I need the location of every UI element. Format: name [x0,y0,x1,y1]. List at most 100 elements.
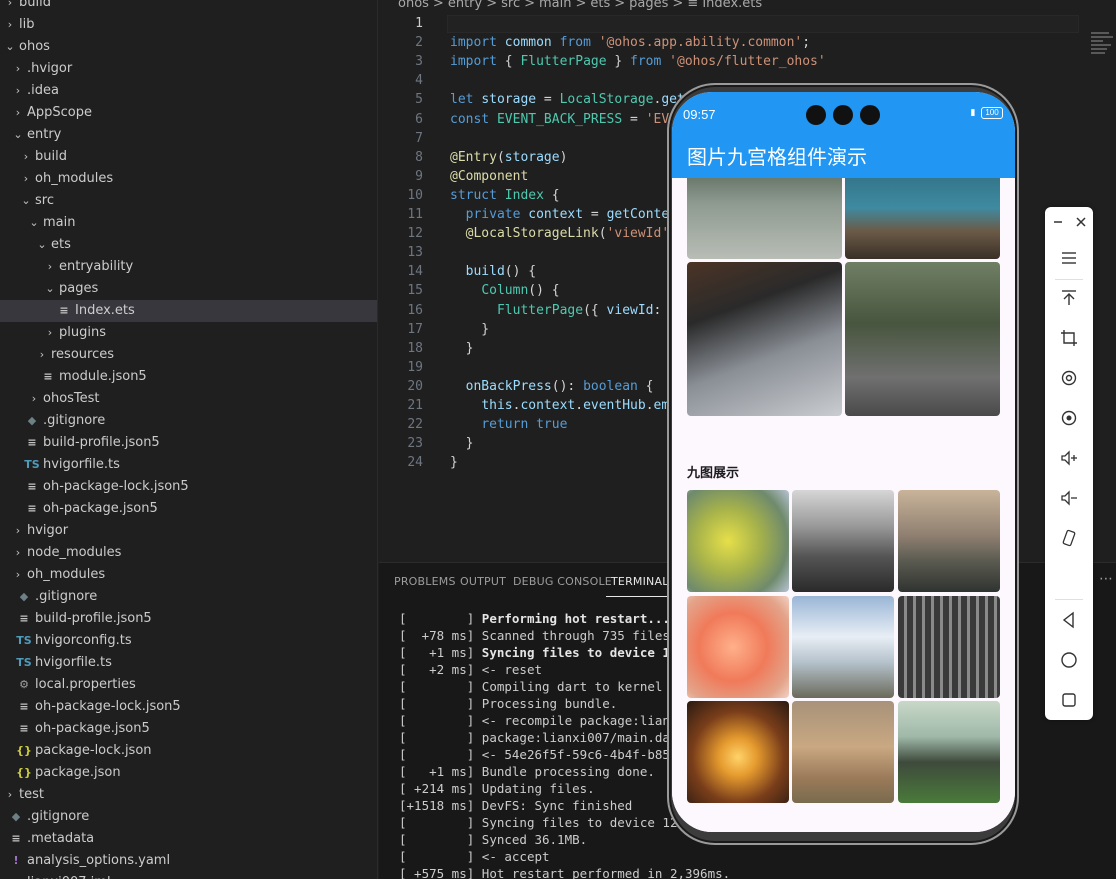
record-icon[interactable] [1045,403,1093,433]
explorer-item[interactable]: › build [0,0,377,14]
explorer-item[interactable]: › test [0,784,377,806]
close-icon[interactable] [1057,207,1105,237]
breadcrumb-item[interactable]: ohos [398,0,429,11]
shake-icon[interactable] [1045,523,1093,553]
chevron-right-icon: › [23,172,29,185]
explorer-item[interactable]: ≡ .metadata [0,828,377,850]
explorer-item[interactable]: ≡ oh-package.json5 [0,718,377,740]
breadcrumb-item[interactable]: pages [629,0,668,11]
code-text: import common from '@ohos.app.ability.co… [450,35,811,51]
explorer-item[interactable]: ⌄ pages [0,278,377,300]
terminal-timing: [ +1 ms] [399,645,475,660]
misty-forest-photo[interactable] [687,166,842,259]
yellow-leaf-photo[interactable] [687,490,789,592]
breadcrumb-item[interactable]: src [501,0,520,11]
explorer-item[interactable]: › oh_modules [0,168,377,190]
explorer-item[interactable]: › hvigor [0,520,377,542]
explorer-item[interactable]: ⌄ ets [0,234,377,256]
chevron-right-icon: › [15,62,21,75]
breadcrumb-separator: > [524,0,535,11]
active-tab-indicator [606,596,668,597]
breadcrumb-item[interactable]: ≡ Index.ets [687,0,762,11]
explorer-item[interactable]: ≡ build-profile.json5 [0,432,377,454]
explorer-item[interactable]: › build [0,146,377,168]
explorer-item[interactable]: {} package.json [0,762,377,784]
explorer-item[interactable]: › node_modules [0,542,377,564]
explorer-item[interactable]: › AppScope [0,102,377,124]
explorer-item-label: .idea [27,83,59,98]
breadcrumb-separator: > [575,0,587,11]
explorer-item[interactable]: ! analysis_options.yaml [0,850,377,872]
explorer-item[interactable]: ≡ oh-package-lock.json5 [0,476,377,498]
snowy-mountain-photo[interactable] [792,596,894,698]
laptop-phone-photo[interactable] [687,262,842,416]
explorer-item[interactable]: TS hvigorfile.ts [0,652,377,674]
explorer-item[interactable]: ≡ Index.ets [0,300,377,322]
explorer-item[interactable]: ≡ module.json5 [0,366,377,388]
breadcrumb-item[interactable]: ets [590,0,610,11]
line-number: 17 [407,321,423,337]
back-icon[interactable] [1045,605,1093,635]
explorer-item[interactable]: › oh_modules [0,564,377,586]
orange-flower-photo[interactable] [687,596,789,698]
crop-screenshot-icon[interactable] [1045,323,1093,353]
explorer-item[interactable]: ≡ oh-package-lock.json5 [0,696,377,718]
more-actions-icon[interactable]: ⋯ [1099,571,1113,587]
terminal-line: [ +2 ms] <- reset [399,661,542,678]
menu-icon[interactable] [1045,243,1093,273]
rocky-lake-photo[interactable] [845,166,1000,259]
explorer-item[interactable]: ◆ .gitignore [0,586,377,608]
tab-debug-console[interactable]: DEBUG CONSOLE [513,575,612,588]
code-text: @Entry(storage) [450,149,568,165]
explorer-item[interactable]: ≡ oh-package.json5 [0,498,377,520]
file-icon: ≡ [19,700,29,713]
home-icon[interactable] [1045,645,1093,675]
explorer-item[interactable]: TS hvigorconfig.ts [0,630,377,652]
terminal-message: Compiling dart to kernel wi [481,679,685,694]
volume-up-icon[interactable] [1045,443,1093,473]
app-content[interactable]: 九图展示 [672,166,1015,832]
file-icon: ≡ [43,370,53,383]
explorer-item[interactable]: ◆ .gitignore [0,410,377,432]
explorer-item[interactable]: › lib [0,14,377,36]
explorer-item[interactable]: ⌄ ohos [0,36,377,58]
breadcrumb-separator: > [486,0,498,11]
pin-top-icon[interactable] [1045,283,1093,313]
breadcrumb[interactable]: ohos > entry > src > main > ets > pages > ≡ Index.et… [398,0,766,14]
minimap[interactable] [1091,32,1115,62]
explorer-item[interactable]: ≡lianxi007.iml [0,872,377,879]
explorer-item[interactable]: ⚙ local.properties [0,674,377,696]
explorer-item[interactable]: › resources [0,344,377,366]
coastal-cliff-photo[interactable] [792,490,894,592]
explorer-item[interactable]: › .hvigor [0,58,377,80]
tab-problems[interactable]: PROBLEMS [394,575,456,588]
volume-down-icon[interactable] [1045,483,1093,513]
phone-screen[interactable]: 九图展示 09:57 ▮ 100 图片九宫格组件演示 [672,92,1015,832]
breadcrumb-item[interactable]: entry [448,0,482,11]
explorer-item[interactable]: TS hvigorfile.ts [0,454,377,476]
explorer-item[interactable]: › plugins [0,322,377,344]
explorer-item[interactable]: › .idea [0,80,377,102]
status-bar: 09:57 ▮ 100 [672,92,1015,138]
breadcrumb-item[interactable]: main [539,0,571,11]
tab-output[interactable]: OUTPUT [460,575,506,588]
rotate-icon[interactable] [1045,363,1093,393]
tall-building-photo[interactable] [898,596,1000,698]
line-number: 19 [407,359,423,375]
sea-sunset-photo[interactable] [898,490,1000,592]
explorer-item[interactable]: › ohosTest [0,388,377,410]
explorer-item[interactable]: ⌄ main [0,212,377,234]
leopard-photo[interactable] [792,701,894,803]
file-icon: {} [16,766,32,779]
heart-sunset-photo[interactable] [687,701,789,803]
explorer-item[interactable]: › entryability [0,256,377,278]
explorer-item[interactable]: ≡ build-profile.json5 [0,608,377,630]
explorer-item[interactable]: ⌄ entry [0,124,377,146]
recents-icon[interactable] [1045,685,1093,715]
stone-field-photo[interactable] [898,701,1000,803]
explorer-item[interactable]: {} package-lock.json [0,740,377,762]
explorer-item[interactable]: ⌄ src [0,190,377,212]
forest-road-photo[interactable] [845,262,1000,416]
tab-terminal[interactable]: TERMINAL [611,575,669,588]
explorer-item[interactable]: ◆ .gitignore [0,806,377,828]
